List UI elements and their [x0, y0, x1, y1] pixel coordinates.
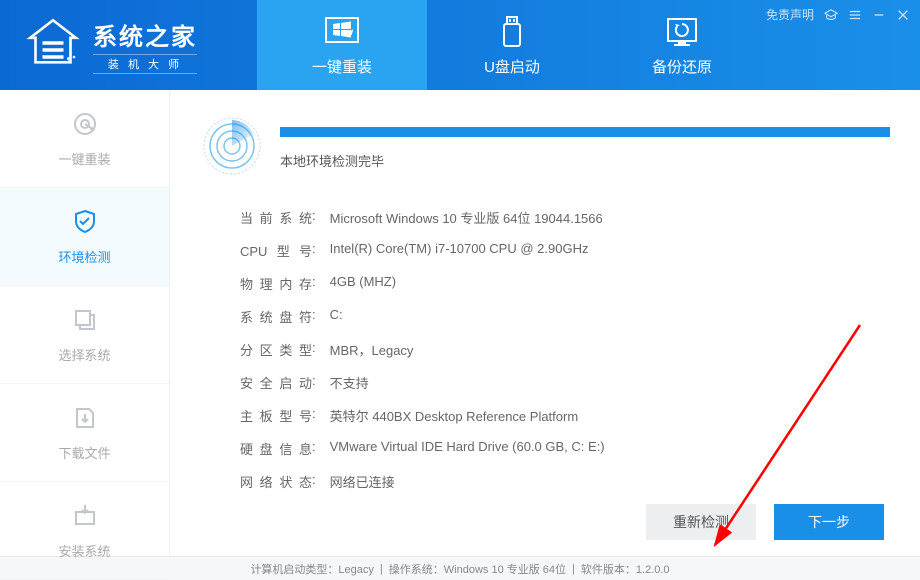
info-row-network: 网络状态:网络已连接: [240, 465, 890, 498]
nav-tabs: 一键重装 U盘启动: [257, 0, 767, 90]
retry-button[interactable]: 重新检测: [646, 504, 756, 540]
logo-area: 系统之家 装 机 大 师: [0, 0, 222, 90]
info-row-ram: 物理内存:4GB (MHZ): [240, 267, 890, 300]
main-panel: 本地环境检测完毕 当前系统:Microsoft Windows 10 专业版 6…: [170, 90, 920, 556]
usb-icon: [494, 14, 530, 50]
info-row-secureboot: 安全启动:不支持: [240, 366, 890, 399]
sidebar-item-download[interactable]: 下载文件: [0, 384, 169, 482]
target-icon: [70, 109, 100, 139]
disclaimer-link[interactable]: 免责声明: [766, 6, 814, 23]
tab-backup-restore[interactable]: 备份还原: [597, 0, 767, 90]
sidebar-label: 安装系统: [58, 541, 110, 560]
install-icon: [70, 501, 100, 531]
action-buttons: 重新检测 下一步: [646, 504, 884, 540]
footer-version: 软件版本：1.2.0.0: [581, 561, 670, 577]
info-row-partition: 分区类型:MBR，Legacy: [240, 333, 890, 366]
download-icon: [70, 403, 100, 433]
sidebar-item-env-check[interactable]: 环境检测: [0, 188, 169, 286]
home-logo-icon: [25, 15, 81, 76]
info-list: 当前系统:Microsoft Windows 10 专业版 64位 19044.…: [240, 201, 890, 498]
radar-icon: [200, 114, 264, 183]
tab-one-click-reinstall[interactable]: 一键重装: [257, 0, 427, 90]
close-icon[interactable]: [896, 8, 910, 22]
sidebar-label: 一键重装: [58, 149, 110, 168]
sidebar: 一键重装 环境检测 选择系统 下载文件 安装系统: [0, 90, 170, 556]
app-body: 一键重装 环境检测 选择系统 下载文件 安装系统: [0, 90, 920, 556]
app-subtitle: 装 机 大 师: [93, 54, 197, 74]
progress-bar: [280, 127, 890, 137]
tab-label: 备份还原: [652, 56, 712, 77]
graduation-icon[interactable]: [824, 8, 838, 22]
info-row-drive: 系统盘符:C:: [240, 300, 890, 333]
sidebar-label: 选择系统: [58, 345, 110, 364]
minimize-icon[interactable]: [872, 8, 886, 22]
info-row-motherboard: 主板型号:英特尔 440BX Desktop Reference Platfor…: [240, 399, 890, 432]
restore-icon: [664, 14, 700, 50]
info-row-os: 当前系统:Microsoft Windows 10 专业版 64位 19044.…: [240, 201, 890, 234]
footer-os: 操作系统：Windows 10 专业版 64位: [389, 561, 566, 577]
progress-text: 本地环境检测完毕: [280, 151, 890, 170]
sidebar-label: 下载文件: [58, 443, 110, 462]
info-row-cpu: CPU型号:Intel(R) Core(TM) i7-10700 CPU @ 2…: [240, 234, 890, 267]
sidebar-item-install[interactable]: 安装系统: [0, 482, 169, 580]
next-button[interactable]: 下一步: [774, 504, 884, 540]
select-icon: [70, 305, 100, 335]
tab-label: U盘启动: [484, 56, 540, 77]
sidebar-item-one-click[interactable]: 一键重装: [0, 90, 169, 188]
menu-icon[interactable]: [848, 8, 862, 22]
windows-icon: [324, 14, 360, 50]
footer-boot-type: 计算机启动类型：Legacy: [250, 561, 373, 577]
app-title: 系统之家: [93, 17, 197, 52]
info-row-disk: 硬盘信息:VMware Virtual IDE Hard Drive (60.0…: [240, 432, 890, 465]
sidebar-label: 环境检测: [58, 247, 110, 266]
app-header: 系统之家 装 机 大 师 一键重装: [0, 0, 920, 90]
shield-check-icon: [70, 207, 100, 237]
tab-usb-boot[interactable]: U盘启动: [427, 0, 597, 90]
tab-label: 一键重装: [312, 56, 372, 77]
scan-header: 本地环境检测完毕: [200, 114, 890, 183]
window-controls: 免责声明: [766, 6, 910, 23]
sidebar-item-select-system[interactable]: 选择系统: [0, 286, 169, 384]
